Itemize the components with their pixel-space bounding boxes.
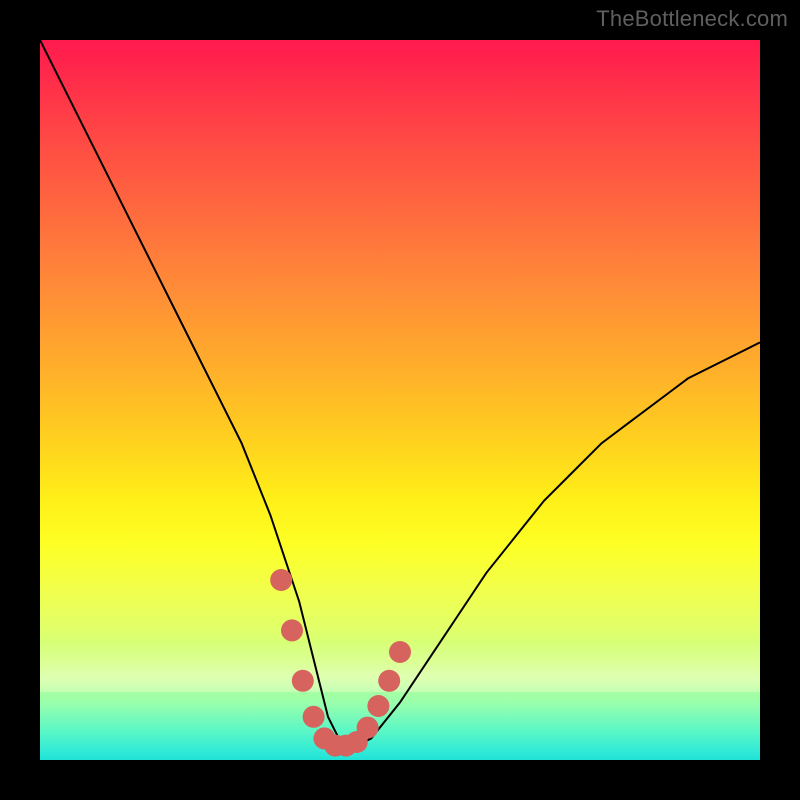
watermark-text: TheBottleneck.com	[596, 6, 788, 32]
highlight-dot	[281, 619, 303, 641]
highlight-dot	[270, 569, 292, 591]
highlight-dot	[367, 695, 389, 717]
bottleneck-curve	[40, 40, 760, 746]
highlight-dots	[270, 569, 411, 757]
plot-area	[40, 40, 760, 760]
chart-frame: TheBottleneck.com	[0, 0, 800, 800]
highlight-dot	[378, 670, 400, 692]
chart-svg	[40, 40, 760, 760]
highlight-dot	[389, 641, 411, 663]
highlight-dot	[357, 717, 379, 739]
highlight-dot	[292, 670, 314, 692]
highlight-dot	[303, 706, 325, 728]
